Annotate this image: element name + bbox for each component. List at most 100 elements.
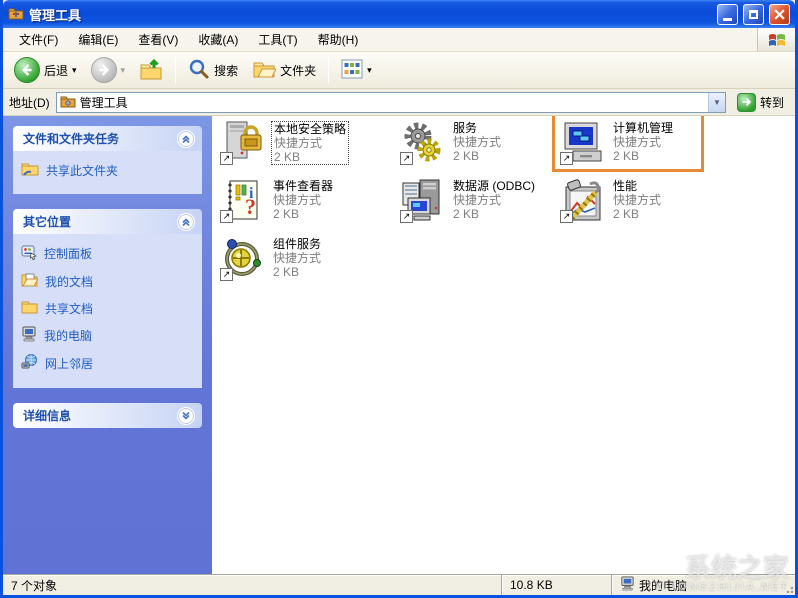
shared-documents-icon <box>21 299 38 317</box>
shortcut-arrow-icon: ↗ <box>400 152 413 165</box>
file-item-text: 组件服务 快捷方式 2 KB <box>271 237 323 279</box>
go-icon <box>736 92 756 112</box>
sidebar-item-network-places[interactable]: 网上邻居 <box>21 354 194 373</box>
windows-logo-icon <box>757 28 795 51</box>
toolbar: 后退 ▾ ▾ 搜索 文件夹 ▾ <box>3 52 795 89</box>
toolbar-separator <box>175 57 177 83</box>
sidebar-item-my-documents[interactable]: 我的文档 <box>21 272 194 290</box>
file-size: 2 KB <box>274 150 301 164</box>
file-item-text: 计算机管理 快捷方式 2 KB <box>611 121 675 163</box>
sidebar-item-label: 共享文档 <box>45 301 94 316</box>
file-item-component-services[interactable]: ↗ 组件服务 快捷方式 2 KB <box>220 236 390 294</box>
back-label: 后退 <box>44 63 69 78</box>
status-zone: 我的电脑 <box>611 575 781 595</box>
chevron-up-icon[interactable] <box>177 212 195 231</box>
file-item-event-viewer[interactable]: ? i ↗ 事件查看器 快捷方式 2 KB <box>220 178 390 236</box>
sidebar-item-label: 共享此文件夹 <box>46 163 119 178</box>
file-item-performance[interactable]: ↗ 性能 快捷方式 2 KB <box>560 178 730 236</box>
title-bar[interactable]: 管理工具 <box>3 0 795 28</box>
share-folder-icon <box>21 161 39 179</box>
performance-icon: ↗ <box>560 178 606 224</box>
sidebar-item-shared-documents[interactable]: 共享文档 <box>21 299 194 317</box>
status-object-count: 7 个对象 <box>11 578 58 593</box>
back-dropdown-icon[interactable]: ▾ <box>72 65 77 76</box>
panel-file-folder-tasks-header[interactable]: 文件和文件夹任务 <box>13 126 202 151</box>
views-button[interactable]: ▾ <box>336 56 377 85</box>
file-size: 2 KB <box>453 207 480 221</box>
app-icon <box>8 5 24 24</box>
status-size: 10.8 KB <box>501 575 611 595</box>
status-zone-label: 我的电脑 <box>639 578 688 593</box>
menu-bar: 文件(F) 编辑(E) 查看(V) 收藏(A) 工具(T) 帮助(H) <box>3 28 795 52</box>
file-item-services[interactable]: ↗ 服务 快捷方式 2 KB <box>400 120 570 178</box>
sidebar-item-share-folder[interactable]: 共享此文件夹 <box>21 161 194 179</box>
maximize-button[interactable] <box>743 3 764 25</box>
search-icon <box>188 58 210 83</box>
file-size: 2 KB <box>273 265 300 279</box>
search-label: 搜索 <box>214 63 239 78</box>
minimize-button[interactable] <box>717 3 738 25</box>
shortcut-arrow-icon: ↗ <box>560 152 573 165</box>
resize-grip[interactable] <box>781 575 795 595</box>
network-places-icon <box>21 354 38 373</box>
local-security-policy-icon: ↗ <box>220 120 266 166</box>
file-size: 2 KB <box>273 207 300 221</box>
file-item-text: 事件查看器 快捷方式 2 KB <box>271 179 335 221</box>
sidebar-item-label: 我的电脑 <box>44 329 93 343</box>
file-item-data-sources-odbc[interactable]: ↗ 数据源 (ODBC) 快捷方式 2 KB <box>400 178 570 236</box>
shortcut-arrow-icon: ↗ <box>400 210 413 223</box>
close-button[interactable] <box>769 3 790 25</box>
event-viewer-icon: ? i ↗ <box>220 178 266 224</box>
file-type: 快捷方式 <box>274 136 323 150</box>
file-list: ↗ 本地安全策略 快捷方式 2 KB ↗ 服务 快捷方式 2 KB ↗ 计算机管… <box>212 116 795 574</box>
panel-details-header[interactable]: 详细信息 <box>13 403 202 428</box>
folders-button[interactable]: 文件夹 <box>247 55 321 86</box>
chevron-down-icon[interactable] <box>177 406 195 425</box>
menu-tools[interactable]: 工具(T) <box>248 28 307 51</box>
views-dropdown-icon[interactable]: ▾ <box>367 65 372 76</box>
folders-icon <box>252 58 277 83</box>
control-panel-icon <box>21 244 37 263</box>
search-button[interactable]: 搜索 <box>183 55 243 86</box>
sidebar-item-control-panel[interactable]: 控制面板 <box>21 244 194 263</box>
menu-file[interactable]: 文件(F) <box>9 28 68 51</box>
menu-view[interactable]: 查看(V) <box>128 28 188 51</box>
address-dropdown-icon[interactable]: ▼ <box>707 92 725 112</box>
address-combo[interactable]: 管理工具 ▼ <box>55 91 726 113</box>
file-item-text: 数据源 (ODBC) 快捷方式 2 KB <box>451 179 537 221</box>
address-input[interactable]: 管理工具 <box>80 94 704 111</box>
explorer-window: 管理工具 文件(F) 编辑(E) 查看(V) 收藏(A) 工具(T) 帮助(H) <box>0 0 798 598</box>
address-bar: 地址(D) 管理工具 ▼ 转到 <box>3 89 795 116</box>
panel-title: 详细信息 <box>23 409 72 423</box>
back-icon <box>14 57 40 83</box>
forward-button[interactable]: ▾ <box>86 54 131 86</box>
file-item-local-security-policy[interactable]: ↗ 本地安全策略 快捷方式 2 KB <box>220 120 390 178</box>
file-size: 2 KB <box>613 149 640 163</box>
panel-other-places-header[interactable]: 其它位置 <box>13 209 202 234</box>
menu-edit[interactable]: 编辑(E) <box>68 28 128 51</box>
file-name: 性能 <box>613 179 638 193</box>
chevron-up-icon[interactable] <box>177 129 195 148</box>
my-computer-icon <box>21 326 37 345</box>
go-button[interactable]: 转到 <box>732 91 789 114</box>
menu-favorites[interactable]: 收藏(A) <box>188 28 248 51</box>
svg-text:i: i <box>249 185 254 202</box>
up-button[interactable] <box>134 54 168 87</box>
panel-file-folder-tasks: 文件和文件夹任务 共享此文件夹 <box>13 126 202 194</box>
back-button[interactable]: 后退 ▾ <box>9 54 82 86</box>
sidebar-item-label: 网上邻居 <box>45 357 94 371</box>
shortcut-arrow-icon: ↗ <box>220 268 233 281</box>
status-bar: 7 个对象 10.8 KB 我的电脑 <box>3 574 795 595</box>
file-item-computer-management[interactable]: ↗ 计算机管理 快捷方式 2 KB <box>552 116 730 178</box>
file-size: 2 KB <box>453 149 480 163</box>
toolbar-separator <box>328 57 330 83</box>
folders-label: 文件夹 <box>280 63 317 78</box>
menu-help[interactable]: 帮助(H) <box>308 28 369 51</box>
panel-title: 文件和文件夹任务 <box>23 132 120 146</box>
sidebar-item-my-computer[interactable]: 我的电脑 <box>21 326 194 345</box>
window-title: 管理工具 <box>29 7 82 23</box>
my-documents-icon <box>21 272 39 290</box>
file-type: 快捷方式 <box>613 193 662 207</box>
file-item-text: 性能 快捷方式 2 KB <box>611 179 663 221</box>
sidebar-item-label: 控制面板 <box>44 247 93 261</box>
